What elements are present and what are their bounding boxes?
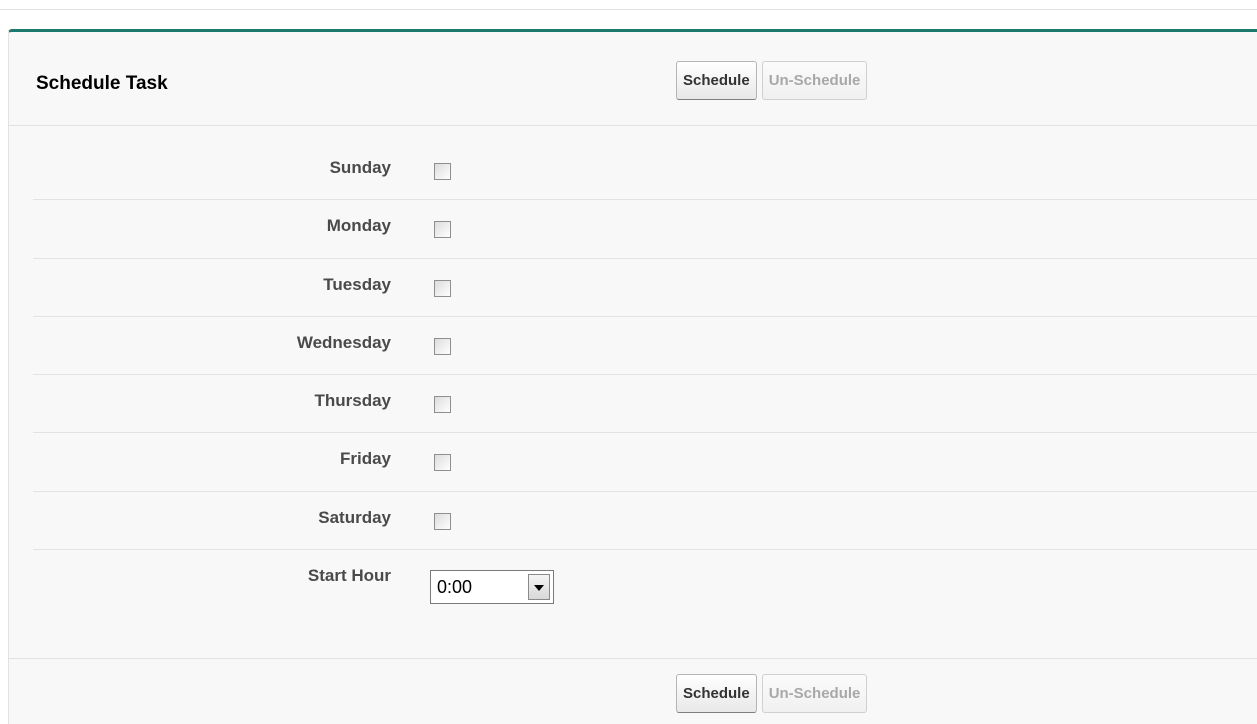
start-hour-select[interactable]: 0:00	[430, 570, 554, 605]
schedule-task-panel: Schedule Task Schedule Un-Schedule Sunda…	[8, 29, 1257, 724]
day-row-sunday: Sunday	[33, 142, 1257, 201]
page-title: Schedule Task	[36, 73, 168, 94]
panel-footer: Schedule Un-Schedule	[9, 658, 1257, 724]
start-hour-row: Start Hour 0:00	[33, 550, 1257, 630]
start-hour-label: Start Hour	[307, 566, 391, 586]
header-button-group: Schedule Un-Schedule	[676, 61, 868, 100]
checkbox-thursday[interactable]	[434, 396, 451, 414]
footer-unschedule-button[interactable]: Un-Schedule	[761, 674, 868, 713]
day-row-friday: Friday	[33, 433, 1257, 492]
checkbox-sunday[interactable]	[434, 163, 451, 180]
chevron-down-icon[interactable]	[528, 574, 550, 601]
schedule-form: Sunday Monday Tuesday Wednesday Thursday…	[33, 142, 1257, 630]
footer-button-group: Schedule Un-Schedule	[676, 674, 868, 713]
checkbox-saturday[interactable]	[434, 512, 451, 530]
day-row-wednesday: Wednesday	[33, 317, 1257, 376]
day-label-thursday: Thursday	[314, 391, 391, 411]
checkbox-tuesday[interactable]	[434, 279, 451, 297]
start-hour-value: 0:00	[437, 577, 473, 598]
unschedule-button[interactable]: Un-Schedule	[761, 61, 868, 100]
day-label-monday: Monday	[326, 216, 391, 236]
day-row-tuesday: Tuesday	[33, 259, 1257, 317]
day-row-saturday: Saturday	[33, 492, 1257, 551]
schedule-button[interactable]: Schedule	[676, 61, 757, 100]
day-label-tuesday: Tuesday	[323, 274, 391, 294]
day-label-friday: Friday	[339, 449, 391, 469]
top-strip	[0, 0, 1257, 10]
day-label-sunday: Sunday	[329, 158, 391, 177]
footer-schedule-button[interactable]: Schedule	[676, 674, 757, 713]
panel-header: Schedule Task Schedule Un-Schedule	[9, 32, 1257, 126]
day-row-monday: Monday	[33, 200, 1257, 259]
checkbox-monday[interactable]	[434, 221, 451, 239]
day-label-wednesday: Wednesday	[296, 332, 391, 352]
day-row-thursday: Thursday	[33, 375, 1257, 434]
day-label-saturday: Saturday	[318, 507, 391, 527]
checkbox-wednesday[interactable]	[434, 337, 451, 355]
checkbox-friday[interactable]	[434, 454, 451, 472]
